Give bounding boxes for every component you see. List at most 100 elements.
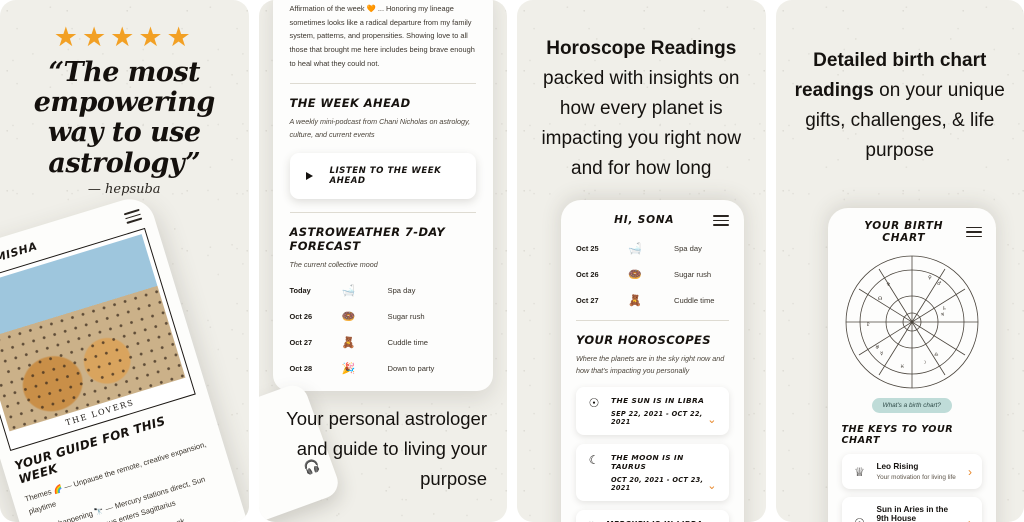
- svg-text:♂: ♂: [937, 281, 941, 287]
- horoscope-title: THE SUN IS IN LIBRA: [611, 396, 705, 406]
- week-ahead-heading: THE WEEK AHEAD: [289, 96, 411, 111]
- forecast-row: Oct 26 🍩 Sugar rush: [290, 310, 477, 323]
- review-author: — hepsuba: [87, 182, 161, 197]
- chevron-down-icon[interactable]: ⌄: [707, 481, 716, 492]
- forecast-date: Oct 25: [576, 243, 599, 253]
- horoscope-card[interactable]: ☿ MERCURY IS IN LIBRA AUG 30, 2021 - NOV…: [576, 510, 729, 522]
- forecast-row: Oct 27 🧸 Cuddle time: [576, 294, 729, 307]
- forecast-mood: Cuddle time: [674, 295, 715, 305]
- forecast-date: Oct 26: [289, 312, 313, 322]
- forecast-subtitle: The current collective mood: [289, 259, 378, 269]
- forecast-date: Oct 27: [576, 295, 599, 305]
- chart-key-title: Leo Rising: [876, 462, 919, 471]
- hamburger-icon[interactable]: [123, 206, 143, 227]
- svg-text:♃: ♃: [940, 312, 944, 318]
- forecast-mood: Spa day: [387, 286, 416, 296]
- chevron-right-icon[interactable]: ›: [968, 516, 972, 522]
- svg-text:☽: ☽: [922, 360, 927, 366]
- mood-emoji-icon: 🍩: [628, 268, 642, 281]
- week-ahead-card: Affirmation of the week 🧡 ... Honoring m…: [272, 0, 493, 392]
- keys-heading: THE KEYS TO YOUR CHART: [841, 424, 954, 446]
- forecast-row: Oct 25 🛁 Spa day: [576, 242, 729, 255]
- mood-emoji-icon: 🍩: [341, 311, 356, 324]
- forecast-row: Today 🛁 Spa day: [290, 284, 477, 297]
- phone-mockup-birth-chart: YOUR BIRTH CHART ♀ ♂ ♆ ☊ ♄ ♃ ♇ ♅ ☿ ♎ ♓ ☽…: [827, 208, 996, 522]
- svg-text:♀: ♀: [928, 275, 932, 281]
- panel3-headline: Horoscope Readings packed with insights …: [533, 34, 750, 184]
- horoscope-card[interactable]: ☾ THE MOON IS IN TAURUS OCT 20, 2021 - O…: [576, 444, 729, 502]
- forecast-mood: Sugar rush: [387, 312, 425, 322]
- review-quote: “The most empowering way to use astrolog…: [33, 57, 216, 179]
- moon-icon: ☾: [588, 453, 600, 468]
- panel2-caption: Your personal astrologer and guide to li…: [286, 408, 487, 490]
- svg-text:♇: ♇: [866, 322, 870, 328]
- hamburger-icon[interactable]: [966, 224, 982, 241]
- panel4-headline: Detailed birth chart readings on your un…: [790, 46, 1011, 166]
- sun-icon: ☉: [852, 516, 868, 522]
- svg-text:☿: ☿: [880, 351, 883, 357]
- whats-a-birth-chart-pill[interactable]: What's a birth chart?: [871, 398, 952, 413]
- headline-rest: packed with insights on how every planet…: [541, 68, 742, 180]
- forecast-row: Oct 28 🎉 Down to party: [290, 362, 477, 375]
- chart-key-row[interactable]: ☉ Sun in Aries in the 9th House Your ide…: [841, 497, 982, 522]
- chevron-down-icon[interactable]: ⌄: [707, 415, 716, 426]
- forecast-row: Oct 27 🧸 Cuddle time: [290, 336, 477, 349]
- mood-emoji-icon: 🧸: [341, 337, 356, 350]
- svg-text:☊: ☊: [878, 296, 883, 302]
- screenshot-panel-3: Horoscope Readings packed with insights …: [517, 0, 766, 522]
- svg-text:♆: ♆: [886, 282, 890, 288]
- svg-text:♅: ♅: [875, 345, 879, 351]
- forecast-mood: Down to party: [387, 364, 435, 374]
- divider: [576, 319, 729, 321]
- mood-emoji-icon: 🛁: [628, 242, 642, 255]
- forecast-row: Oct 26 🍩 Sugar rush: [576, 268, 729, 281]
- divider: [289, 211, 476, 213]
- chart-key-subtitle: Your motivation for living life: [876, 474, 956, 481]
- rising-crown-icon: ♕: [854, 464, 865, 479]
- week-ahead-subtitle: A weekly mini-podcast from Chani Nichola…: [289, 117, 471, 139]
- screenshot-panel-4: Detailed birth chart readings on your un…: [775, 0, 1024, 522]
- phone4-topbar: YOUR BIRTH CHART: [842, 220, 982, 244]
- mood-emoji-icon: 🧸: [628, 294, 642, 307]
- greeting-label: HI, SONA: [614, 214, 675, 227]
- svg-text:♓: ♓: [900, 364, 904, 370]
- screenshot-panel-2: Affirmation of the week 🧡 ... Honoring m…: [258, 0, 507, 522]
- horoscope-card[interactable]: ☉ THE SUN IS IN LIBRA SEP 22, 2021 - OCT…: [576, 387, 729, 436]
- chart-key-text: Leo Rising Your motivation for living li…: [877, 462, 960, 481]
- chart-key-row[interactable]: ♕ Leo Rising Your motivation for living …: [841, 454, 982, 489]
- horoscope-title: THE MOON IS IN TAURUS: [610, 453, 684, 472]
- star-rating: ★★★★★: [53, 22, 195, 52]
- birth-chart-wheel-icon: ♀♂ ♆☊ ♄♃ ♇♅ ☿ ♎ ♓☽: [845, 255, 979, 389]
- headline-emphasis: Horoscope Readings: [546, 38, 737, 59]
- forecast-mood: Cuddle time: [387, 338, 429, 348]
- sun-icon: ☉: [588, 396, 600, 411]
- hamburger-icon[interactable]: [712, 212, 729, 229]
- phone-mockup-home: HI, RAMISHA THE LOVERS YOUR GUIDE FOR TH…: [0, 192, 249, 522]
- chevron-right-icon[interactable]: ›: [968, 465, 972, 479]
- mood-emoji-icon: 🎉: [341, 363, 356, 376]
- chart-key-text: Sun in Aries in the 9th House Your ident…: [877, 505, 960, 522]
- divider: [289, 83, 476, 85]
- affirmation-text: Affirmation of the week 🧡 ... Honoring m…: [289, 4, 475, 68]
- mood-emoji-icon: 🛁: [341, 285, 356, 298]
- phone3-topbar: HI, SONA: [576, 212, 729, 229]
- svg-text:♎: ♎: [934, 352, 939, 358]
- app-store-screenshot-gallery: ★★★★★ “The most empowering way to use as…: [0, 0, 1024, 522]
- forecast-date: Oct 28: [289, 364, 313, 374]
- forecast-date: Oct 26: [576, 269, 599, 279]
- forecast-date: Today: [289, 286, 311, 296]
- forecast-mood: Sugar rush: [674, 269, 712, 279]
- forecast-heading: ASTROWEATHER 7-DAY FORECAST: [289, 224, 446, 253]
- forecast-date: Oct 27: [289, 338, 313, 348]
- screenshot-panel-1: ★★★★★ “The most empowering way to use as…: [0, 0, 249, 522]
- listen-button[interactable]: LISTEN TO THE WEEK AHEAD: [289, 152, 476, 199]
- phone-mockup-horoscopes: HI, SONA Oct 25 🛁 Spa day Oct 26 🍩 Sugar…: [561, 200, 744, 522]
- horoscopes-heading: YOUR HOROSCOPES: [576, 332, 711, 347]
- play-icon: [305, 171, 313, 180]
- birth-chart-wheel-container[interactable]: ♀ ♂ ♆ ☊ ♄ ♃ ♇ ♅ ☿ ♎ ♓ ☽: [842, 252, 983, 392]
- forecast-mood: Spa day: [674, 243, 702, 253]
- horoscopes-subtitle: Where the planets are in the sky right n…: [576, 353, 725, 376]
- birth-chart-title: YOUR BIRTH CHART: [864, 220, 944, 244]
- horoscope-dates: OCT 20, 2021 - OCT 23, 2021: [610, 476, 704, 493]
- chart-key-title: Sun in Aries in the 9th House: [876, 505, 949, 522]
